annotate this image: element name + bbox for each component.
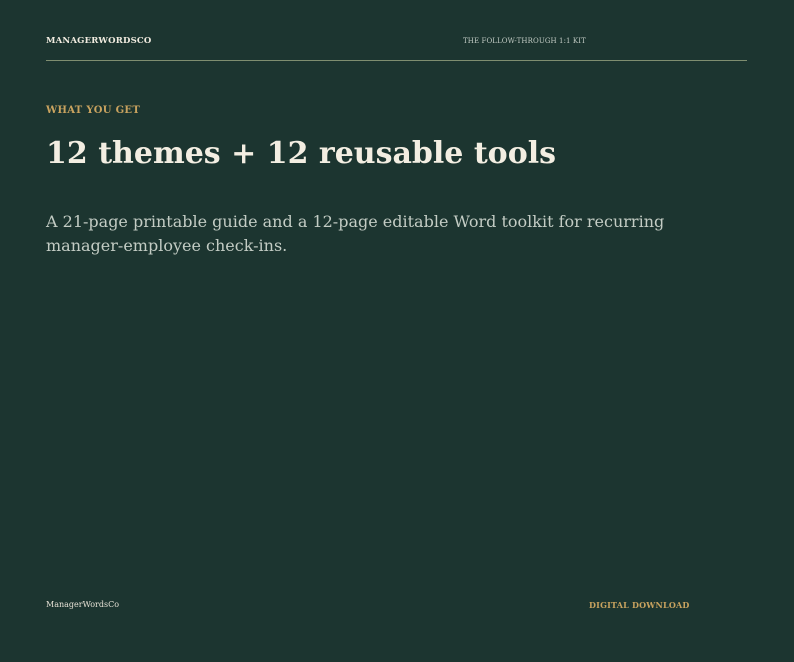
product-name: THE FOLLOW-THROUGH 1:1 KIT: [463, 37, 586, 45]
format-label: DIGITAL DOWNLOAD: [589, 600, 690, 610]
brand-wordmark: MANAGERWORDSCO: [46, 36, 152, 46]
page-title: 12 themes + 12 reusable tools: [46, 136, 556, 171]
description-text: A 21-page printable guide and a 12-page …: [46, 212, 665, 255]
header-divider: [46, 60, 747, 61]
section-eyebrow: WHAT YOU GET: [46, 105, 141, 116]
footer-brand: ManagerWordsCo: [46, 600, 120, 609]
